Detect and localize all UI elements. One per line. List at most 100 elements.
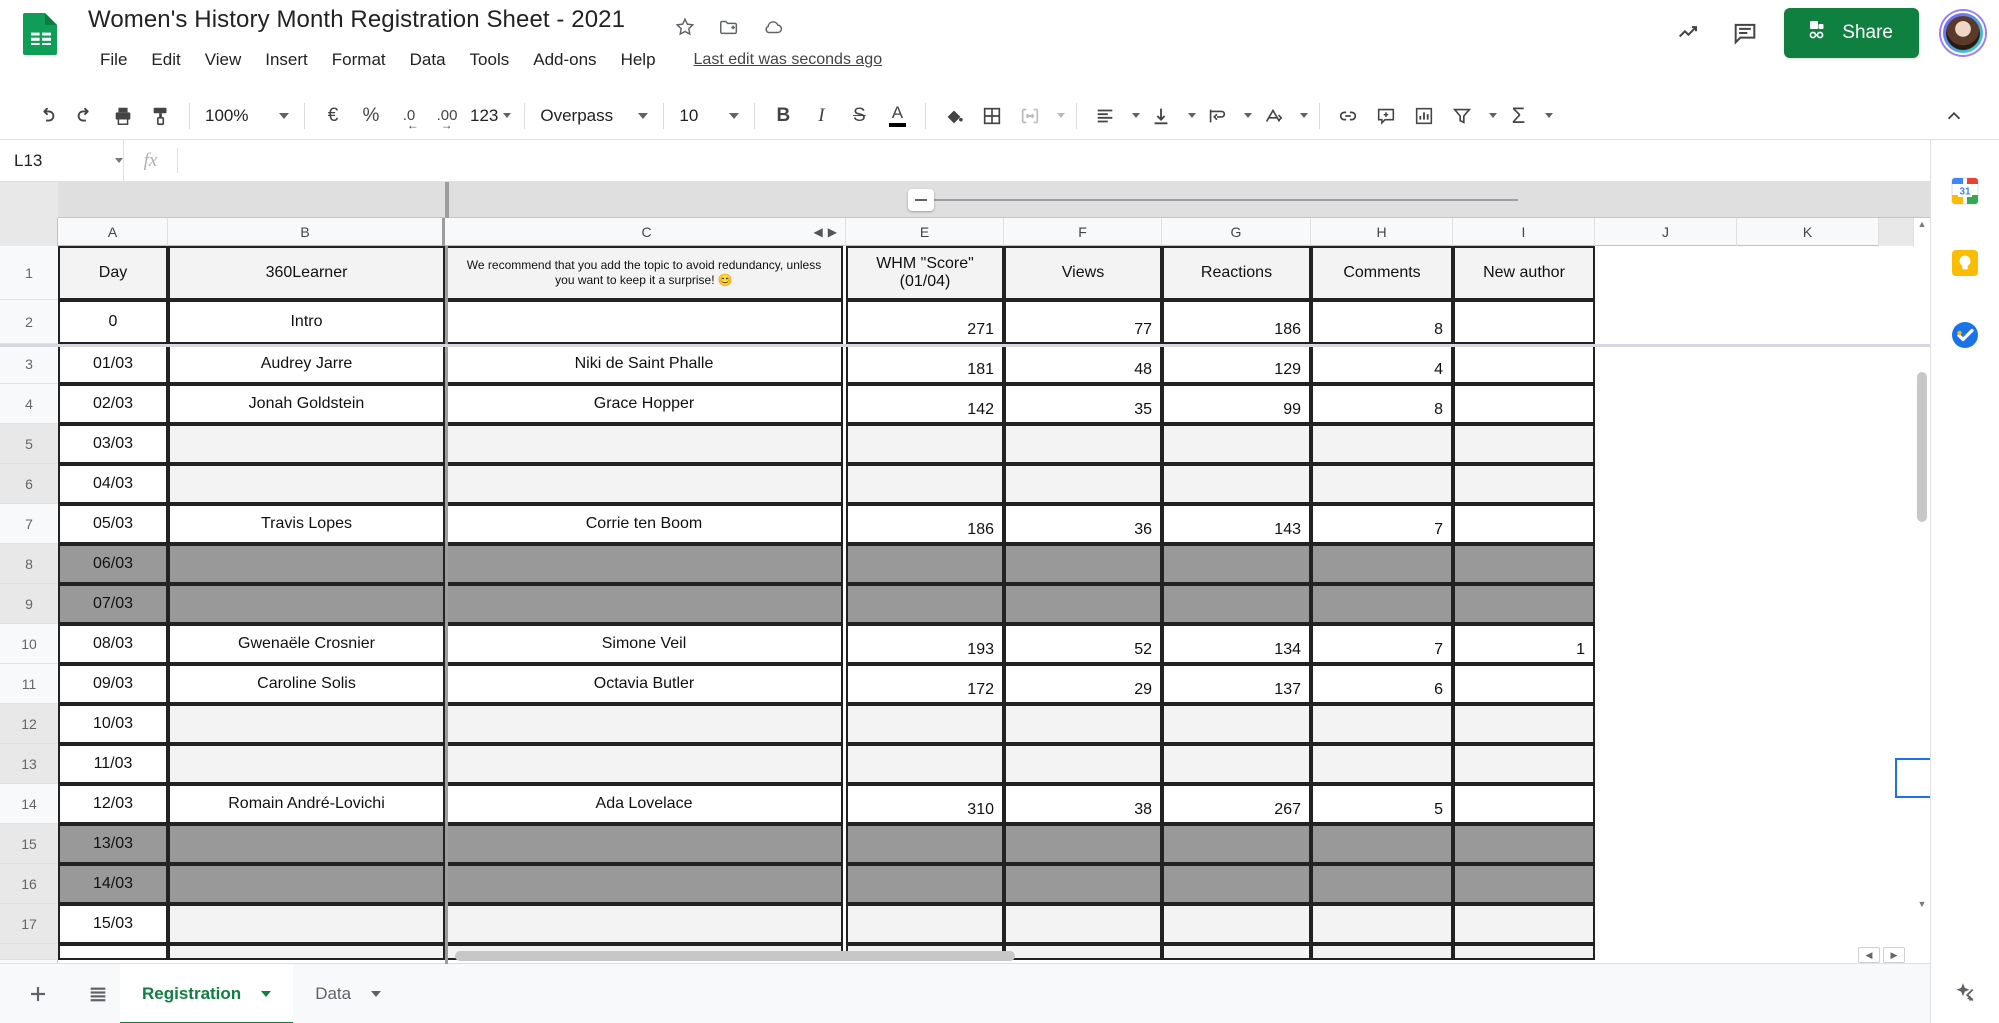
name-box[interactable]: L13 (0, 140, 124, 181)
cell-C8[interactable] (445, 544, 843, 584)
cell-A3[interactable]: 01/03 (58, 344, 168, 384)
cell-G13[interactable] (1162, 744, 1311, 784)
hidden-column-indicator[interactable]: ◀ ▶ (814, 226, 837, 238)
cell-H8[interactable] (1311, 544, 1453, 584)
cell-C16[interactable] (445, 864, 843, 904)
menu-tools[interactable]: Tools (458, 47, 522, 73)
cell-A16[interactable]: 14/03 (58, 864, 168, 904)
cell-H5[interactable] (1311, 424, 1453, 464)
hidden-col-left-arrow[interactable]: ◀ (814, 226, 823, 238)
selected-cell-L13[interactable] (1895, 758, 1930, 798)
cell-H2[interactable]: 8 (1311, 300, 1453, 344)
cell-A15[interactable]: 13/03 (58, 824, 168, 864)
cell-F13[interactable] (1004, 744, 1162, 784)
cell-G4[interactable]: 99 (1162, 384, 1311, 424)
column-header-J[interactable]: J (1595, 218, 1737, 246)
menu-help[interactable]: Help (609, 47, 668, 73)
filter-icon[interactable] (1443, 97, 1481, 135)
cell-A8[interactable]: 06/03 (58, 544, 168, 584)
move-to-folder-icon[interactable] (716, 14, 742, 40)
column-title-B[interactable]: 360Learner (168, 246, 445, 300)
cell-F8[interactable] (1004, 544, 1162, 584)
cell-E17[interactable] (846, 904, 1004, 944)
column-header-K[interactable]: K (1737, 218, 1879, 246)
column-title-G[interactable]: Reactions (1162, 246, 1311, 300)
paint-format-icon[interactable] (142, 97, 180, 135)
filter-dropdown[interactable] (1481, 97, 1499, 135)
cell-F6[interactable] (1004, 464, 1162, 504)
borders-icon[interactable] (973, 97, 1011, 135)
italic-button[interactable]: I (802, 97, 840, 135)
cell-C5[interactable] (445, 424, 843, 464)
cell-G5[interactable] (1162, 424, 1311, 464)
cell-A10[interactable]: 08/03 (58, 624, 168, 664)
chevron-down-icon[interactable] (371, 990, 382, 997)
horizontal-align-icon[interactable] (1086, 97, 1124, 135)
cell-I17[interactable] (1453, 904, 1595, 944)
cell-A6[interactable]: 04/03 (58, 464, 168, 504)
vertical-scrollbar[interactable]: ▲ ▼ (1914, 218, 1930, 932)
menu-edit[interactable]: Edit (139, 47, 192, 73)
row-header-9[interactable]: 9 (0, 584, 58, 624)
cell-C12[interactable] (445, 704, 843, 744)
cell-I6[interactable] (1453, 464, 1595, 504)
google-calendar-icon[interactable]: 31 (1948, 174, 1982, 208)
column-header-partial[interactable] (1879, 218, 1914, 246)
cell-A11[interactable]: 09/03 (58, 664, 168, 704)
insert-chart-icon[interactable] (1405, 97, 1443, 135)
cell-I13[interactable] (1453, 744, 1595, 784)
cell-B18[interactable] (168, 944, 445, 960)
cell-A13[interactable]: 11/03 (58, 744, 168, 784)
menu-data[interactable]: Data (398, 47, 458, 73)
row-header-17[interactable]: 17 (0, 904, 58, 944)
chevron-down-icon[interactable] (261, 990, 272, 997)
formula-input[interactable] (178, 140, 1999, 181)
cell-I16[interactable] (1453, 864, 1595, 904)
text-rotation-dropdown[interactable] (1292, 97, 1310, 135)
cell-H10[interactable]: 7 (1311, 624, 1453, 664)
text-rotation-icon[interactable] (1254, 97, 1292, 135)
column-title-H[interactable]: Comments (1311, 246, 1453, 300)
row-header-15[interactable]: 15 (0, 824, 58, 864)
vertical-scroll-thumb[interactable] (1917, 372, 1927, 522)
vertical-align-icon[interactable] (1142, 97, 1180, 135)
select-all-corner[interactable] (0, 218, 58, 246)
row-header-8[interactable]: 8 (0, 544, 58, 584)
cell-C17[interactable] (445, 904, 843, 944)
cell-C4[interactable]: Grace Hopper (445, 384, 843, 424)
cell-B11[interactable]: Caroline Solis (168, 664, 445, 704)
cell-C2[interactable] (445, 300, 843, 344)
row-header-1[interactable]: 1 (0, 246, 58, 300)
cell-A7[interactable]: 05/03 (58, 504, 168, 544)
cell-H12[interactable] (1311, 704, 1453, 744)
google-sheets-icon[interactable] (18, 11, 64, 57)
cell-G2[interactable]: 186 (1162, 300, 1311, 344)
cell-C7[interactable]: Corrie ten Boom (445, 504, 843, 544)
scroll-up-arrow[interactable]: ▲ (1916, 218, 1928, 230)
column-title-C[interactable]: We recommend that you add the topic to a… (445, 246, 843, 300)
comment-history-icon[interactable] (1728, 16, 1762, 50)
cell-H17[interactable] (1311, 904, 1453, 944)
text-wrapping-dropdown[interactable] (1236, 97, 1254, 135)
cell-I10[interactable]: 1 (1453, 624, 1595, 664)
cell-B13[interactable] (168, 744, 445, 784)
cell-E13[interactable] (846, 744, 1004, 784)
cell-E2[interactable]: 271 (846, 300, 1004, 344)
cell-H4[interactable]: 8 (1311, 384, 1453, 424)
cell-E15[interactable] (846, 824, 1004, 864)
cell-H9[interactable] (1311, 584, 1453, 624)
all-sheets-icon[interactable] (76, 972, 120, 1016)
column-header-H[interactable]: H (1311, 218, 1453, 246)
menu-insert[interactable]: Insert (253, 47, 320, 73)
cell-A2[interactable]: 0 (58, 300, 168, 344)
row-header-13[interactable]: 13 (0, 744, 58, 784)
cell-I3[interactable] (1453, 344, 1595, 384)
redo-icon[interactable] (66, 97, 104, 135)
print-icon[interactable] (104, 97, 142, 135)
text-color-button[interactable]: A (878, 97, 916, 135)
cell-E12[interactable] (846, 704, 1004, 744)
column-title-I[interactable]: New author (1453, 246, 1595, 300)
cell-A5[interactable]: 03/03 (58, 424, 168, 464)
text-wrapping-icon[interactable] (1198, 97, 1236, 135)
cell-I14[interactable] (1453, 784, 1595, 824)
